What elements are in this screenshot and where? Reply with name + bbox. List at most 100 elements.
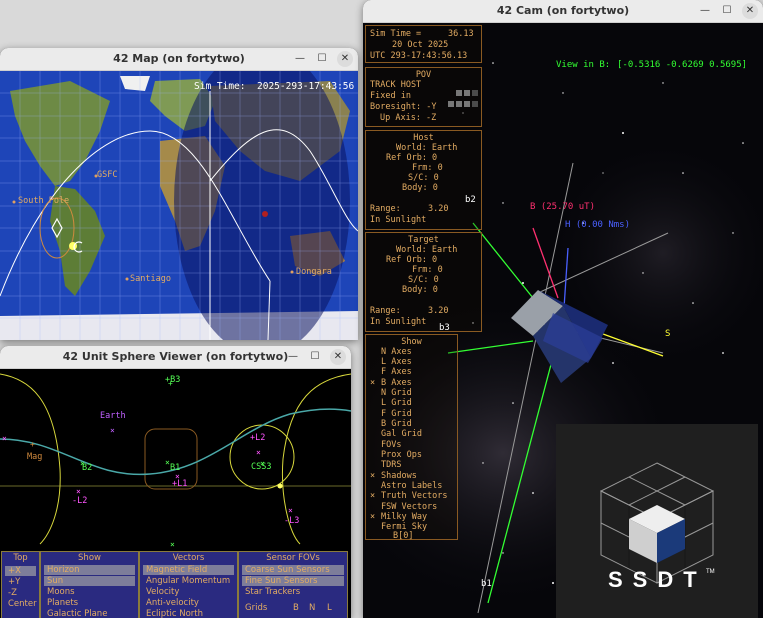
l2-pos-label: +L2 <box>250 433 266 443</box>
show-n-grid[interactable]: N Grid <box>381 388 457 398</box>
minimize-icon[interactable]: — <box>697 3 713 19</box>
svg-text:×: × <box>2 434 7 443</box>
check-milky-way-icon: × <box>370 512 376 522</box>
check-shadows-icon: × <box>370 471 376 481</box>
subsolar-marker <box>262 211 268 217</box>
grid-l-toggle[interactable]: L <box>327 603 335 613</box>
b1-axis-label: b1 <box>481 579 492 589</box>
target-ref-orb[interactable]: Ref Orb: 0 <box>386 255 481 265</box>
vector-anti-velocity[interactable]: Anti-velocity <box>143 598 234 608</box>
b2-axis-label: b2 <box>465 195 476 205</box>
show-prox-ops[interactable]: Prox Ops <box>381 450 457 460</box>
host-header: Host <box>413 133 434 143</box>
target-body[interactable]: Body: 0 <box>402 285 481 295</box>
host-frm[interactable]: Frm: 0 <box>412 163 481 173</box>
close-icon[interactable]: ✕ <box>337 51 353 67</box>
show-n-axes[interactable]: N Axes <box>381 347 457 357</box>
minimize-icon[interactable]: — <box>292 51 308 67</box>
pov-up-axis[interactable]: Up Axis: -Z <box>380 113 481 123</box>
fov-star-trackers[interactable]: Star Trackers <box>242 587 344 597</box>
b2-label: B2 <box>82 463 93 473</box>
maximize-icon[interactable]: ☐ <box>719 3 735 19</box>
grids-label: Grids <box>245 603 268 613</box>
fov-fine-sun-sensors[interactable]: Fine Sun Sensors <box>242 576 344 586</box>
gsfc-label: GSFC <box>97 170 118 180</box>
map-titlebar[interactable]: 42 Map (on fortytwo) — ☐ ✕ <box>0 48 358 71</box>
show-horizon[interactable]: Horizon <box>44 565 135 575</box>
vector-ecliptic-north[interactable]: Ecliptic North <box>143 609 234 618</box>
svg-text:×: × <box>76 487 81 496</box>
show-f-grid[interactable]: F Grid <box>381 409 457 419</box>
target-panel: Target World: Earth Ref Orb: 0 Frm: 0 S/… <box>365 232 482 332</box>
target-header: Target <box>408 235 439 245</box>
fov-coarse-sun-sensors[interactable]: Coarse Sun Sensors <box>242 565 344 575</box>
cam-show-panel: Show N Axes L Axes F Axes B Axes N Grid … <box>365 334 458 540</box>
vector-angular-momentum[interactable]: Angular Momentum <box>143 576 234 586</box>
show-astro-labels[interactable]: Astro Labels <box>381 481 457 491</box>
b1-label: B1 <box>170 463 181 473</box>
cam-viewport[interactable]: View in B: [-0.5316 -0.6269 0.5695] Sim … <box>363 23 763 618</box>
l3-label: -L3 <box>284 516 300 526</box>
vectors-panel-header: Vectors <box>172 553 205 563</box>
l2-neg-label: -L2 <box>72 496 88 506</box>
show-fovs[interactable]: FOVs <box>381 440 457 450</box>
host-panel: Host World: Earth Ref Orb: 0 Frm: 0 S/C:… <box>365 130 482 230</box>
host-body[interactable]: Body: 0 <box>402 183 481 193</box>
target-sunlight: In Sunlight <box>370 317 427 327</box>
dongara-label: Dongara <box>296 267 332 277</box>
l1-label: +L1 <box>172 479 188 489</box>
show-l-axes[interactable]: L Axes <box>381 357 457 367</box>
b-field-label: B (25.70 uT) <box>530 202 596 212</box>
show-tdrs[interactable]: TDRS <box>381 460 457 470</box>
css3-label: CSS3 <box>251 462 272 472</box>
vectors-panel: Vectors Magnetic Field Angular Momentum … <box>139 551 238 618</box>
top-option-x[interactable]: +X <box>5 566 36 576</box>
target-sc[interactable]: S/C: 0 <box>408 275 481 285</box>
maximize-icon[interactable]: ☐ <box>307 349 323 365</box>
vector-magnetic-field[interactable]: Magnetic Field <box>143 565 234 575</box>
sensor-fovs-panel: Sensor FOVs Coarse Sun Sensors Fine Sun … <box>238 551 348 618</box>
svg-text:+: + <box>30 440 35 449</box>
santiago-label: Santiago <box>130 274 171 284</box>
sphere-window: 42 Unit Sphere Viewer (on fortytwo) — ☐ … <box>0 346 351 618</box>
vector-velocity[interactable]: Velocity <box>143 587 234 597</box>
target-frm[interactable]: Frm: 0 <box>412 265 481 275</box>
show-fsw-vectors[interactable]: FSW Vectors <box>381 502 457 512</box>
sphere-titlebar[interactable]: 42 Unit Sphere Viewer (on fortytwo) — ☐ … <box>0 346 351 369</box>
host-ref-orb[interactable]: Ref Orb: 0 <box>386 153 481 163</box>
map-canvas[interactable]: Sim Time: 2025-293-17:43:56 GSFC South P… <box>0 71 358 340</box>
show-b-grid[interactable]: B Grid <box>381 419 457 429</box>
host-world[interactable]: World: Earth <box>396 143 481 153</box>
earth-label: Earth <box>100 411 126 421</box>
b2-axis <box>472 222 534 299</box>
h-vector-label: H (0.00 Nms) <box>565 220 631 230</box>
close-icon[interactable]: ✕ <box>742 3 758 19</box>
show-gal-grid[interactable]: Gal Grid <box>381 429 457 439</box>
show-l-grid[interactable]: L Grid <box>381 398 457 408</box>
show-moons[interactable]: Moons <box>44 587 135 597</box>
cam-show-footer: B[0] <box>393 531 414 541</box>
target-world[interactable]: World: Earth <box>396 245 481 255</box>
grid-b-toggle[interactable]: B <box>293 603 301 613</box>
host-sc[interactable]: S/C: 0 <box>408 173 481 183</box>
sim-time-panel: Sim Time = 36.13 20 Oct 2025 UTC 293-17:… <box>365 25 482 63</box>
top-option-center[interactable]: Center <box>5 599 37 609</box>
minimize-icon[interactable]: — <box>285 349 301 365</box>
show-galactic-plane[interactable]: Galactic Plane <box>44 609 135 618</box>
show-f-axes[interactable]: F Axes <box>381 367 457 377</box>
view-in-b-label: View in B: <box>556 60 611 70</box>
map-window: 42 Map (on fortytwo) — ☐ ✕ Sim Time: 202… <box>0 48 358 340</box>
sphere-canvas[interactable]: + × × × × × × × × × + × +B3 Earth Mag B2… <box>0 369 351 618</box>
fixed-in-buttons[interactable] <box>448 93 480 112</box>
top-option-y[interactable]: +Y <box>5 577 36 587</box>
show-sun[interactable]: Sun <box>44 576 135 586</box>
cam-titlebar[interactable]: 42 Cam (on fortytwo) — ☐ ✕ <box>363 0 763 23</box>
b3-axis-label: b3 <box>439 323 450 333</box>
show-planets[interactable]: Planets <box>44 598 135 608</box>
top-option-z[interactable]: -Z <box>5 588 36 598</box>
b3-label: +B3 <box>165 375 181 385</box>
close-icon[interactable]: ✕ <box>330 349 346 365</box>
svg-text:×: × <box>170 540 175 549</box>
maximize-icon[interactable]: ☐ <box>314 51 330 67</box>
grid-n-toggle[interactable]: N <box>309 603 317 613</box>
